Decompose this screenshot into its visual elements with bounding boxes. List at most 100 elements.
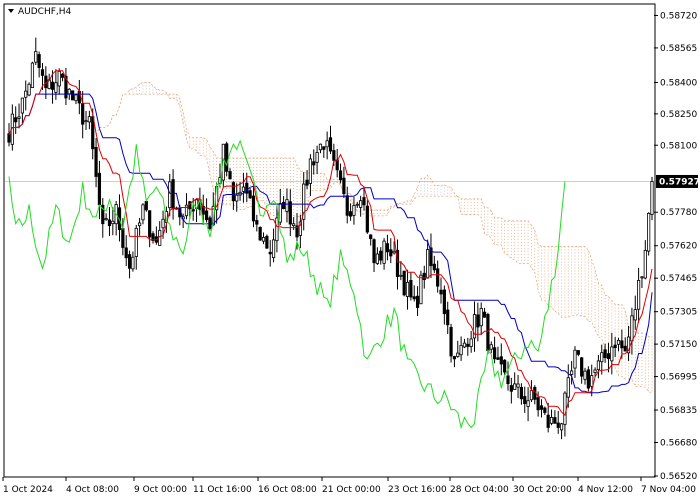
x-tick-label: 11 Oct 16:00 [193, 485, 252, 495]
candle-body [285, 199, 289, 212]
candle-body [34, 51, 38, 63]
candle-body [422, 272, 426, 281]
candle-body [27, 83, 31, 96]
candle-body [606, 353, 611, 360]
candle-body [449, 326, 453, 357]
candle-body [335, 159, 339, 171]
candle-body [462, 342, 467, 348]
x-tick-label: 28 Oct 04:00 [450, 485, 509, 495]
candle-body [529, 390, 534, 401]
candle-body [499, 356, 503, 365]
candle-body [439, 289, 443, 295]
candle-body [121, 228, 125, 248]
candle-body [543, 407, 547, 413]
candle-body [523, 396, 527, 405]
candle-body [268, 251, 272, 255]
candle-body [620, 340, 624, 349]
candle-body [318, 143, 323, 151]
candle-body [124, 247, 128, 259]
candle-body [556, 422, 560, 428]
candle-body [640, 276, 644, 279]
price-chart[interactable]: 0.58720 0.58565 0.58400 0.58250 0.58100 0.577… [0, 0, 700, 500]
candle-body [503, 359, 507, 373]
candle-body [40, 69, 45, 76]
candle-body [325, 140, 329, 148]
chart-canvas[interactable]: 0.58720 0.58565 0.58400 0.58250 0.58100 0.577… [0, 0, 700, 500]
candle-body [476, 314, 480, 328]
candle-body [590, 375, 594, 387]
x-tick-label: 23 Oct 16:00 [388, 485, 447, 495]
candle-body [496, 357, 500, 360]
candle-body [322, 146, 326, 150]
candle-body [168, 181, 172, 209]
candle-body [208, 217, 212, 230]
y-tick-label: 0.56680 [660, 439, 697, 449]
candle-body [613, 344, 617, 349]
candle-body [603, 349, 607, 359]
candle-body [87, 116, 91, 123]
candle-body [258, 226, 262, 241]
candle-body [509, 385, 513, 392]
candle-body [643, 249, 647, 279]
x-tick-label: 9 Oct 00:00 [134, 485, 187, 495]
symbol-header: AUDCHF,H4 [8, 7, 72, 17]
candle-body [405, 281, 410, 297]
candle-body [305, 179, 309, 186]
candle-body [375, 253, 379, 264]
candle-body [365, 205, 369, 233]
candle-body [204, 210, 209, 221]
candle-body [459, 345, 463, 356]
candle-body [539, 405, 544, 410]
candle-body [17, 116, 21, 119]
candle-body [580, 357, 584, 377]
y-axis: 0.58720 0.58565 0.58400 0.58250 0.58100 0.577… [654, 11, 697, 482]
candle-body [633, 309, 637, 321]
candle-body [345, 195, 349, 216]
candle-body [392, 250, 396, 254]
candle-body [442, 289, 446, 315]
candle-body [586, 369, 590, 389]
candle-body [111, 220, 115, 225]
y-tick-label: 0.57620 [660, 242, 697, 252]
candle-body [573, 349, 577, 369]
candle-body [362, 197, 366, 206]
candle-body [409, 280, 413, 298]
candle-body [312, 161, 316, 166]
candle-body [593, 369, 597, 373]
candle-body [456, 352, 460, 357]
candle-body [231, 182, 235, 202]
candle-body [536, 397, 540, 411]
y-tick-label: 0.57780 [660, 208, 697, 218]
candle-body [412, 296, 416, 300]
candle-body [382, 240, 386, 264]
candle-body [616, 339, 621, 345]
candle-body [479, 307, 483, 327]
candle-body [282, 201, 286, 210]
candle-body [650, 181, 654, 215]
y-tick-label: 0.58400 [660, 78, 697, 88]
candle-body [576, 350, 580, 355]
plot-area[interactable] [3, 3, 656, 478]
candle-body [506, 375, 510, 385]
candle-body [7, 133, 11, 143]
x-axis: 1 Oct 2024 4 Oct 08:00 9 Oct 00:00 11 Oct 1… [2, 477, 696, 495]
candle-body [228, 171, 232, 180]
symbol-label: AUDCHF,H4 [18, 7, 72, 17]
candle-body [104, 218, 108, 221]
candle-body [342, 177, 346, 195]
candle-body [492, 347, 497, 360]
price-badge-text: 0.57927 [659, 177, 700, 187]
candle-body [338, 170, 343, 181]
candle-body [352, 205, 356, 216]
candle-body [30, 62, 35, 88]
candle-body [241, 186, 246, 192]
y-tick-label: 0.57465 [660, 274, 697, 284]
candle-body [610, 346, 614, 362]
x-tick-label: 16 Oct 08:00 [258, 485, 317, 495]
candle-body [315, 152, 319, 163]
candle-body [332, 150, 336, 161]
candle-body [225, 143, 229, 172]
candle-body [379, 250, 383, 261]
candle-body [647, 212, 651, 252]
candle-body [288, 201, 292, 225]
